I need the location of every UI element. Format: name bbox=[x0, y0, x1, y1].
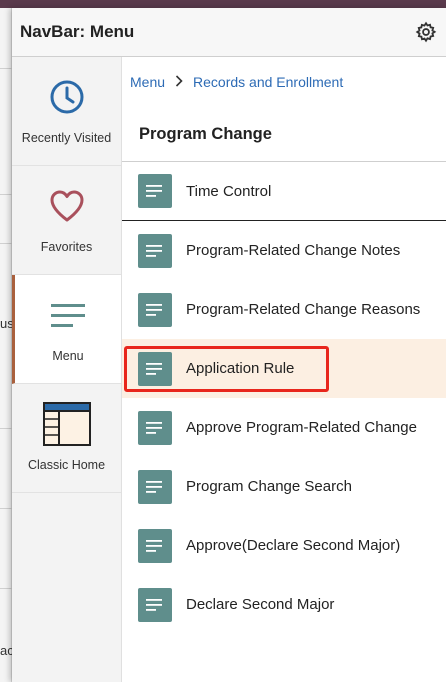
menu-item-label: Approve(Declare Second Major) bbox=[186, 537, 401, 554]
background-divider bbox=[0, 68, 12, 69]
navbar-menu-panel: NavBar: Menu Recently Visited Favorites … bbox=[12, 8, 446, 682]
chevron-right-icon bbox=[175, 74, 183, 90]
classic-home-icon bbox=[42, 402, 92, 446]
menu-lines-icon bbox=[49, 295, 87, 335]
menu-item-label: Time Control bbox=[186, 182, 272, 200]
menu-item-icon bbox=[138, 528, 172, 563]
menu-item-application-rule[interactable]: Application Rule bbox=[122, 339, 446, 398]
background-divider bbox=[0, 194, 12, 195]
background-divider bbox=[0, 508, 12, 509]
tab-rail: Recently Visited Favorites Menu Classic … bbox=[12, 57, 122, 682]
menu-item-label: Application Rule bbox=[186, 360, 295, 377]
menu-item-icon bbox=[138, 469, 172, 504]
menu-item-icon bbox=[138, 410, 172, 445]
breadcrumb-current-link[interactable]: Records and Enrollment bbox=[193, 74, 343, 90]
background-divider bbox=[0, 428, 12, 429]
menu-item-time-control[interactable]: Time Control bbox=[122, 162, 446, 221]
menu-item-icon bbox=[138, 174, 172, 208]
breadcrumb: Menu Records and Enrollment bbox=[122, 57, 446, 107]
gear-icon[interactable] bbox=[414, 20, 438, 44]
menu-item-icon bbox=[138, 233, 172, 268]
background-divider bbox=[0, 243, 12, 244]
tab-label: Classic Home bbox=[27, 458, 106, 472]
clock-icon bbox=[49, 77, 85, 117]
menu-item-label: Program-Related Change Notes bbox=[186, 242, 401, 259]
tab-label: Favorites bbox=[40, 240, 93, 254]
menu-item-icon bbox=[138, 587, 172, 622]
menu-item-program-related-change-notes[interactable]: Program-Related Change Notes bbox=[122, 221, 446, 280]
panel-title: NavBar: Menu bbox=[20, 22, 135, 41]
background-top-bar bbox=[0, 0, 446, 8]
tab-classic-home[interactable]: Classic Home bbox=[12, 384, 121, 493]
tab-recently-visited[interactable]: Recently Visited bbox=[12, 57, 121, 166]
menu-item-label: Program Change Search bbox=[186, 478, 352, 495]
background-text-fragment: ac bbox=[0, 643, 12, 658]
menu-item-declare-second-major[interactable]: Declare Second Major bbox=[122, 575, 446, 634]
panel-body: Recently Visited Favorites Menu Classic … bbox=[12, 57, 446, 682]
tab-label: Menu bbox=[52, 349, 84, 363]
menu-item-icon bbox=[138, 292, 172, 327]
menu-item-approve-declare-second-major[interactable]: Approve(Declare Second Major) bbox=[122, 516, 446, 575]
menu-item-program-related-change-reasons[interactable]: Program-Related Change Reasons bbox=[122, 280, 446, 339]
menu-item-label: Declare Second Major bbox=[186, 596, 335, 613]
menu-item-label: Program-Related Change Reasons bbox=[186, 301, 421, 318]
background-divider bbox=[0, 588, 12, 589]
background-page-edge: us ac bbox=[0, 8, 12, 682]
menu-item-label: Approve Program-Related Change bbox=[186, 419, 417, 436]
menu-item-program-change-search[interactable]: Program Change Search bbox=[122, 457, 446, 516]
panel-header: NavBar: Menu bbox=[12, 8, 446, 57]
tab-menu[interactable]: Menu bbox=[12, 275, 121, 384]
tab-label: Recently Visited bbox=[21, 131, 112, 145]
tab-favorites[interactable]: Favorites bbox=[12, 166, 121, 275]
background-text-fragment: us bbox=[0, 316, 12, 331]
menu-item-approve-program-related-change[interactable]: Approve Program-Related Change bbox=[122, 398, 446, 457]
menu-content: Menu Records and Enrollment Program Chan… bbox=[122, 57, 446, 682]
breadcrumb-root-link[interactable]: Menu bbox=[130, 74, 165, 90]
menu-item-icon bbox=[138, 351, 172, 386]
group-title: Program Change bbox=[122, 107, 446, 162]
heart-icon bbox=[49, 186, 85, 226]
